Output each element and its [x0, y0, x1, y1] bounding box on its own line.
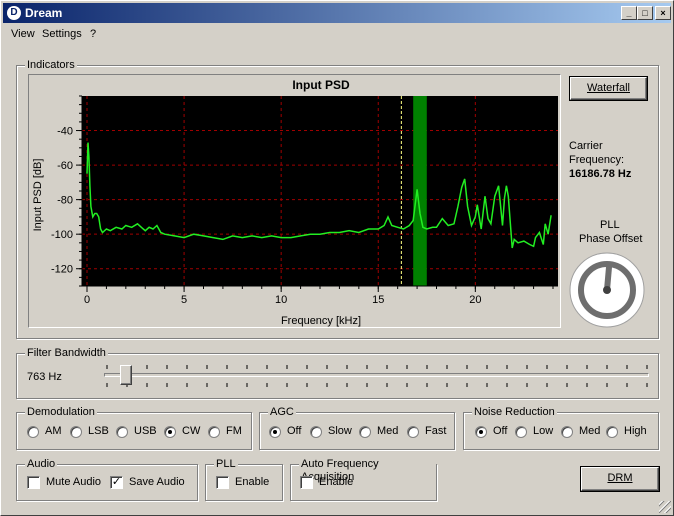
chart-y-label: Input PSD [dB]: [32, 159, 44, 232]
waterfall-button[interactable]: Waterfall: [570, 77, 647, 100]
demod-radio-am[interactable]: [27, 426, 39, 438]
psd-chart-svg: Input PSD Frequency [kHz] Input PSD [dB]…: [32, 78, 558, 327]
drm-button-frame: DRM: [580, 466, 660, 492]
demod-label-usb[interactable]: USB: [134, 425, 157, 437]
x-tick-label: 0: [84, 294, 90, 306]
y-tick-label: -100: [51, 229, 73, 241]
mute-audio-checkbox[interactable]: [27, 476, 40, 489]
filter-bandwidth-value: 763 Hz: [27, 371, 62, 383]
agc-label-slow[interactable]: Slow: [328, 425, 352, 437]
resize-grip[interactable]: [659, 501, 671, 513]
agc-radio-med[interactable]: [359, 426, 371, 438]
pll-dial-hub: [603, 286, 611, 294]
menu-help[interactable]: ?: [90, 28, 96, 40]
agc-label-off[interactable]: Off: [287, 425, 301, 437]
demod-radio-fm[interactable]: [208, 426, 220, 438]
maximize-button[interactable]: □: [637, 6, 653, 20]
pll-dial-needle: [604, 262, 613, 291]
mute-audio-label[interactable]: Mute Audio: [46, 476, 101, 488]
pll-enable-label[interactable]: Enable: [235, 476, 269, 488]
menu-view[interactable]: View: [11, 28, 35, 40]
main-window: D Dream _ □ × View Settings ? Indicators…: [0, 0, 674, 516]
demodulation-label: Demodulation: [25, 406, 97, 419]
pll-enable-checkbox[interactable]: [216, 476, 229, 489]
demod-radio-usb[interactable]: [116, 426, 128, 438]
waterfall-button-frame: Waterfall: [569, 76, 648, 101]
pll-phase-dial: [569, 252, 645, 328]
agc-label: AGC: [268, 406, 296, 419]
save-audio-checkbox[interactable]: ✓: [110, 476, 123, 489]
chart-x-label: Frequency [kHz]: [281, 315, 361, 327]
afa-enable-label[interactable]: Enable: [319, 476, 353, 488]
y-tick-label: -40: [57, 126, 73, 138]
minimize-button[interactable]: _: [621, 6, 637, 20]
carrier-frequency-value: 16186.78 Hz: [569, 168, 632, 180]
demod-radio-cw[interactable]: [164, 426, 176, 438]
nr-label-low[interactable]: Low: [533, 425, 553, 437]
demod-label-cw[interactable]: CW: [182, 425, 200, 437]
x-tick-label: 10: [275, 294, 287, 306]
close-button[interactable]: ×: [655, 6, 671, 20]
menu-settings[interactable]: Settings: [42, 28, 82, 40]
x-tick-label: 5: [181, 294, 187, 306]
plot-area: [82, 96, 558, 286]
nr-label-med[interactable]: Med: [579, 425, 600, 437]
agc-radio-fast[interactable]: [407, 426, 419, 438]
indicators-group-label: Indicators: [25, 59, 77, 72]
drm-button[interactable]: DRM: [581, 467, 659, 491]
chart-title: Input PSD: [292, 78, 350, 92]
nr-radio-med[interactable]: [561, 426, 573, 438]
pll-group-label: PLL: [214, 458, 238, 471]
drm-button-label: DRM: [607, 472, 633, 484]
agc-radio-slow[interactable]: [310, 426, 322, 438]
afa-enable-checkbox[interactable]: [300, 476, 313, 489]
save-audio-label[interactable]: Save Audio: [129, 476, 185, 488]
agc-label-fast[interactable]: Fast: [425, 425, 446, 437]
filter-bandwidth-label: Filter Bandwidth: [25, 347, 108, 360]
carrier-label-1: Carrier: [569, 140, 603, 152]
agc-label-med[interactable]: Med: [377, 425, 398, 437]
nr-radio-off[interactable]: [475, 426, 487, 438]
noise-reduction-label: Noise Reduction: [472, 406, 557, 419]
filter-slider-track[interactable]: [104, 373, 649, 377]
signal-band: [413, 96, 427, 286]
y-tick-label: -60: [57, 160, 73, 172]
audio-label: Audio: [25, 458, 58, 471]
app-icon[interactable]: D: [7, 6, 21, 20]
agc-radio-off[interactable]: [269, 426, 281, 438]
waterfall-button-label: Waterfall: [587, 82, 630, 94]
y-tick-label: -120: [51, 264, 73, 276]
demod-label-fm[interactable]: FM: [226, 425, 242, 437]
carrier-label-2: Frequency:: [569, 154, 625, 166]
x-tick-label: 15: [372, 294, 384, 306]
nr-radio-low[interactable]: [515, 426, 527, 438]
nr-radio-high[interactable]: [606, 426, 618, 438]
nr-label-high[interactable]: High: [624, 425, 647, 437]
nr-label-off[interactable]: Off: [493, 425, 507, 437]
pll-label-2: Phase Offset: [579, 233, 643, 245]
pll-label-1: PLL: [600, 219, 620, 231]
input-psd-plot[interactable]: Input PSD Frequency [kHz] Input PSD [dB]…: [28, 74, 561, 328]
x-tick-label: 20: [469, 294, 481, 306]
filter-slider-thumb[interactable]: [119, 365, 132, 385]
demod-label-am[interactable]: AM: [45, 425, 62, 437]
menu-bar: View Settings ?: [3, 25, 671, 43]
y-tick-label: -80: [57, 195, 73, 207]
demod-radio-lsb[interactable]: [70, 426, 82, 438]
window-title: Dream: [25, 6, 63, 20]
demod-label-lsb[interactable]: LSB: [88, 425, 109, 437]
title-bar[interactable]: D Dream _ □ ×: [3, 3, 671, 23]
